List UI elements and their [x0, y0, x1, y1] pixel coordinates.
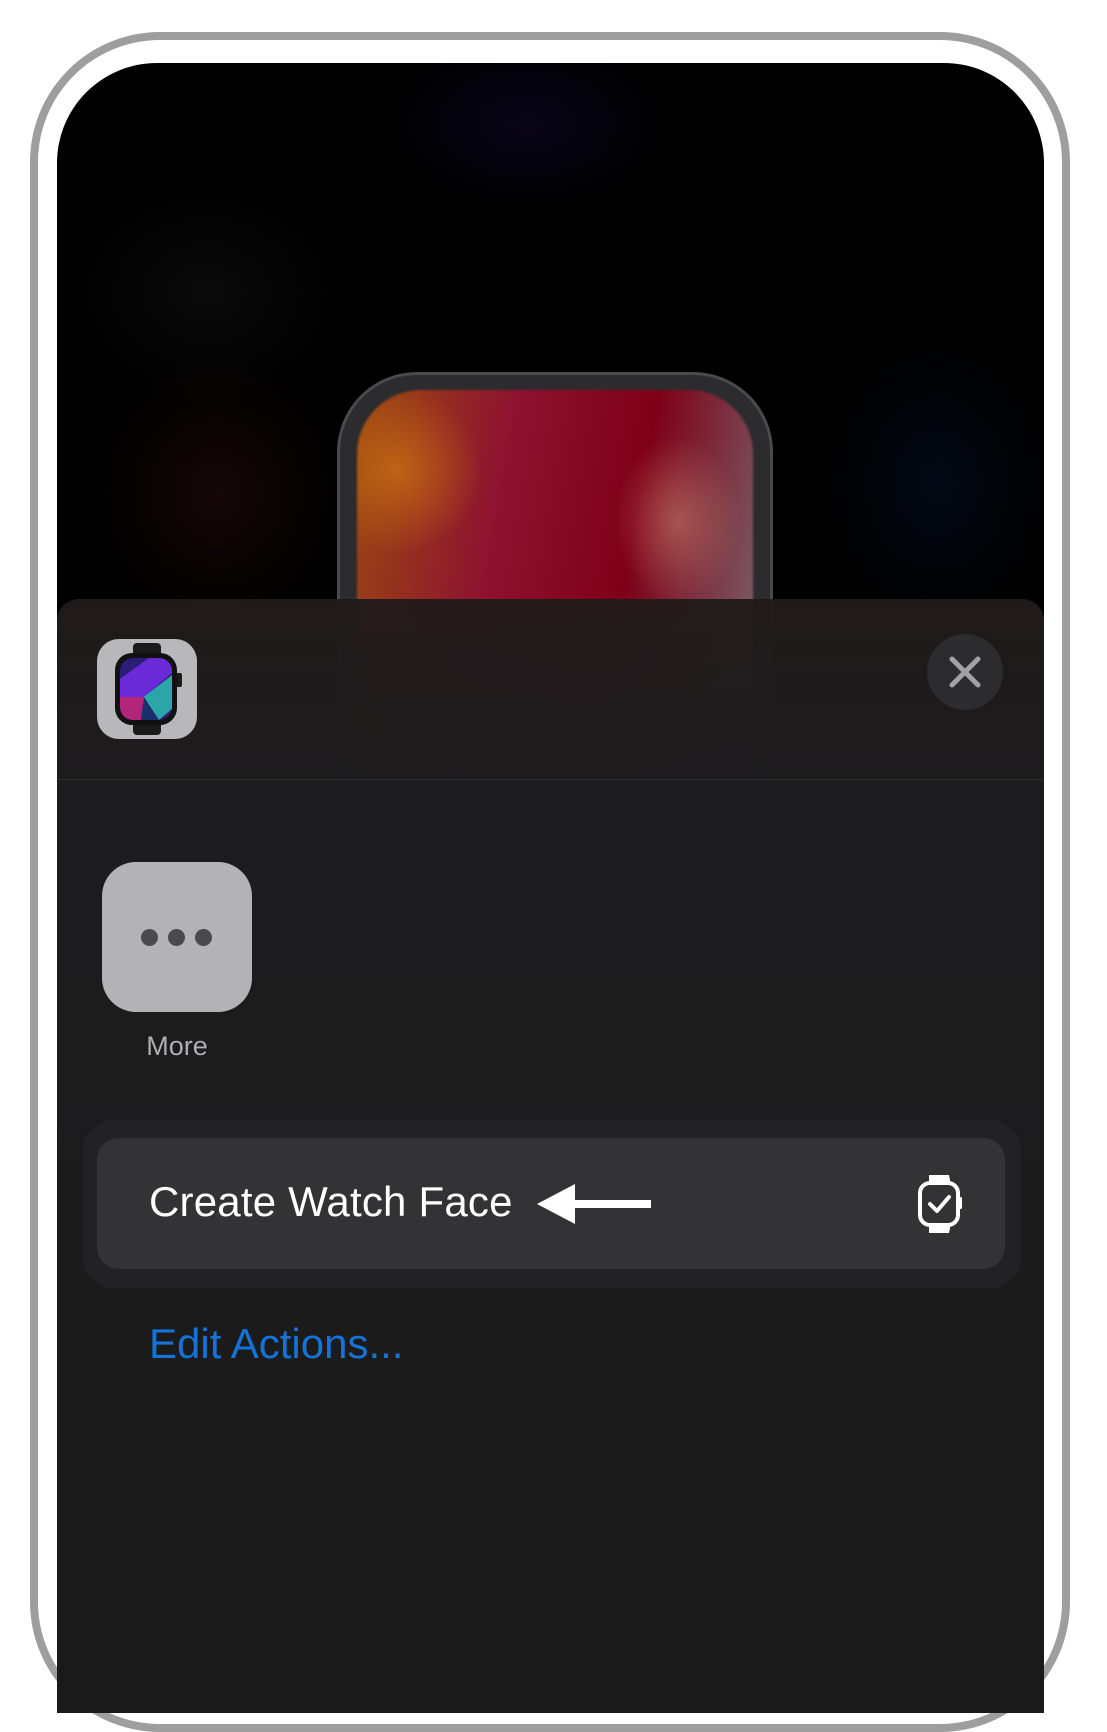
phone-screen: More Create Watch Face Edit Actions... [57, 63, 1044, 1713]
create-watch-face-label: Create Watch Face [149, 1178, 513, 1225]
edit-actions-link[interactable]: Edit Actions... [149, 1320, 403, 1368]
share-sheet: More Create Watch Face Edit Actions... [57, 599, 1044, 1713]
close-button[interactable] [927, 634, 1003, 710]
ellipsis-icon [141, 929, 158, 946]
actions-group: Create Watch Face [83, 1120, 1021, 1288]
arrow-left-icon [537, 1184, 651, 1224]
more-apps-label: More [146, 1031, 208, 1061]
share-sheet-header [57, 599, 1044, 780]
watch-app-icon [97, 639, 197, 739]
close-icon [949, 656, 981, 688]
watch-face-icon [918, 1175, 962, 1233]
create-watch-face-action[interactable]: Create Watch Face [97, 1138, 1005, 1269]
more-apps-button[interactable] [102, 862, 252, 1012]
